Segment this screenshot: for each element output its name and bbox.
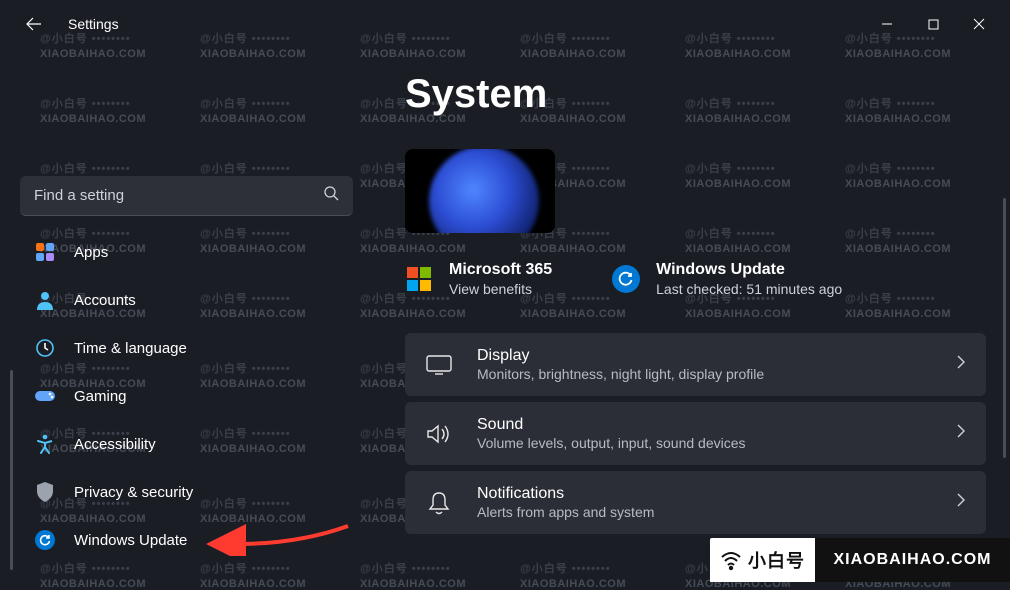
card-display[interactable]: Display Monitors, brightness, night ligh… bbox=[405, 333, 986, 396]
sidebar-item-privacy-security[interactable]: Privacy & security bbox=[20, 470, 353, 514]
display-icon bbox=[425, 351, 453, 379]
sidebar-scroll-indicator bbox=[10, 370, 13, 570]
main-content: System Microsoft 365 View benefits Windo bbox=[365, 48, 1010, 582]
sidebar-item-label: Windows Update bbox=[74, 532, 187, 549]
sidebar-item-accessibility[interactable]: Accessibility bbox=[20, 422, 353, 466]
microsoft-logo-icon bbox=[405, 265, 433, 293]
card-subtitle: Alerts from apps and system bbox=[477, 504, 654, 520]
chevron-right-icon bbox=[956, 355, 966, 374]
tile-microsoft-365[interactable]: Microsoft 365 View benefits bbox=[405, 261, 552, 297]
windows-update-icon bbox=[34, 529, 56, 551]
tile-title: Windows Update bbox=[656, 261, 842, 279]
sidebar-item-accounts[interactable]: Accounts bbox=[20, 278, 353, 322]
scrollbar[interactable] bbox=[1003, 198, 1006, 458]
wifi-icon bbox=[720, 549, 742, 571]
settings-cards: Display Monitors, brightness, night ligh… bbox=[405, 333, 986, 534]
card-title: Display bbox=[477, 347, 764, 365]
tile-subtitle: View benefits bbox=[449, 281, 552, 297]
sidebar-item-time-language[interactable]: Time & language bbox=[20, 326, 353, 370]
search-box[interactable] bbox=[20, 176, 353, 216]
card-notifications[interactable]: Notifications Alerts from apps and syste… bbox=[405, 471, 986, 534]
maximize-button[interactable] bbox=[910, 6, 956, 42]
card-subtitle: Volume levels, output, input, sound devi… bbox=[477, 435, 746, 451]
sidebar-item-label: Time & language bbox=[74, 340, 187, 357]
minimize-button[interactable] bbox=[864, 6, 910, 42]
page-title: System bbox=[405, 72, 986, 117]
card-subtitle: Monitors, brightness, night light, displ… bbox=[477, 366, 764, 382]
nav-list: Apps Accounts Time & language bbox=[20, 230, 353, 562]
device-preview[interactable] bbox=[405, 149, 555, 233]
time-language-icon bbox=[34, 337, 56, 359]
sidebar-item-apps[interactable]: Apps bbox=[20, 230, 353, 274]
apps-icon bbox=[34, 241, 56, 263]
search-input[interactable] bbox=[34, 187, 323, 204]
windows-update-icon bbox=[612, 265, 640, 293]
sidebar-item-windows-update[interactable]: Windows Update bbox=[20, 518, 353, 562]
site-badge: 小白号 XIAOBAIHAO.COM bbox=[710, 538, 1010, 582]
badge-domain: XIAOBAIHAO.COM bbox=[815, 538, 1010, 582]
card-title: Sound bbox=[477, 416, 746, 434]
sidebar-item-label: Gaming bbox=[74, 388, 127, 405]
notifications-icon bbox=[425, 489, 453, 517]
sidebar-item-label: Accounts bbox=[74, 292, 136, 309]
shield-icon bbox=[34, 481, 56, 503]
card-title: Notifications bbox=[477, 485, 654, 503]
sidebar-item-label: Accessibility bbox=[74, 436, 156, 453]
windows-bloom-wallpaper bbox=[429, 149, 539, 233]
chevron-right-icon bbox=[956, 424, 966, 443]
accessibility-icon bbox=[34, 433, 56, 455]
badge-cn: 小白号 bbox=[748, 547, 805, 573]
gaming-icon bbox=[34, 385, 56, 407]
card-sound[interactable]: Sound Volume levels, output, input, soun… bbox=[405, 402, 986, 465]
tile-windows-update[interactable]: Windows Update Last checked: 51 minutes … bbox=[612, 261, 842, 297]
accounts-icon bbox=[34, 289, 56, 311]
sidebar-item-label: Privacy & security bbox=[74, 484, 193, 501]
window-controls bbox=[864, 6, 1002, 42]
tile-title: Microsoft 365 bbox=[449, 261, 552, 279]
app-title: Settings bbox=[68, 16, 119, 32]
sidebar-item-label: Apps bbox=[74, 244, 108, 261]
close-button[interactable] bbox=[956, 6, 1002, 42]
sound-icon bbox=[425, 420, 453, 448]
back-button[interactable] bbox=[16, 6, 52, 42]
sidebar-item-gaming[interactable]: Gaming bbox=[20, 374, 353, 418]
chevron-right-icon bbox=[956, 493, 966, 512]
titlebar: Settings bbox=[0, 0, 1010, 48]
search-icon bbox=[323, 185, 339, 206]
sidebar: Apps Accounts Time & language bbox=[0, 48, 365, 582]
tile-subtitle: Last checked: 51 minutes ago bbox=[656, 281, 842, 297]
